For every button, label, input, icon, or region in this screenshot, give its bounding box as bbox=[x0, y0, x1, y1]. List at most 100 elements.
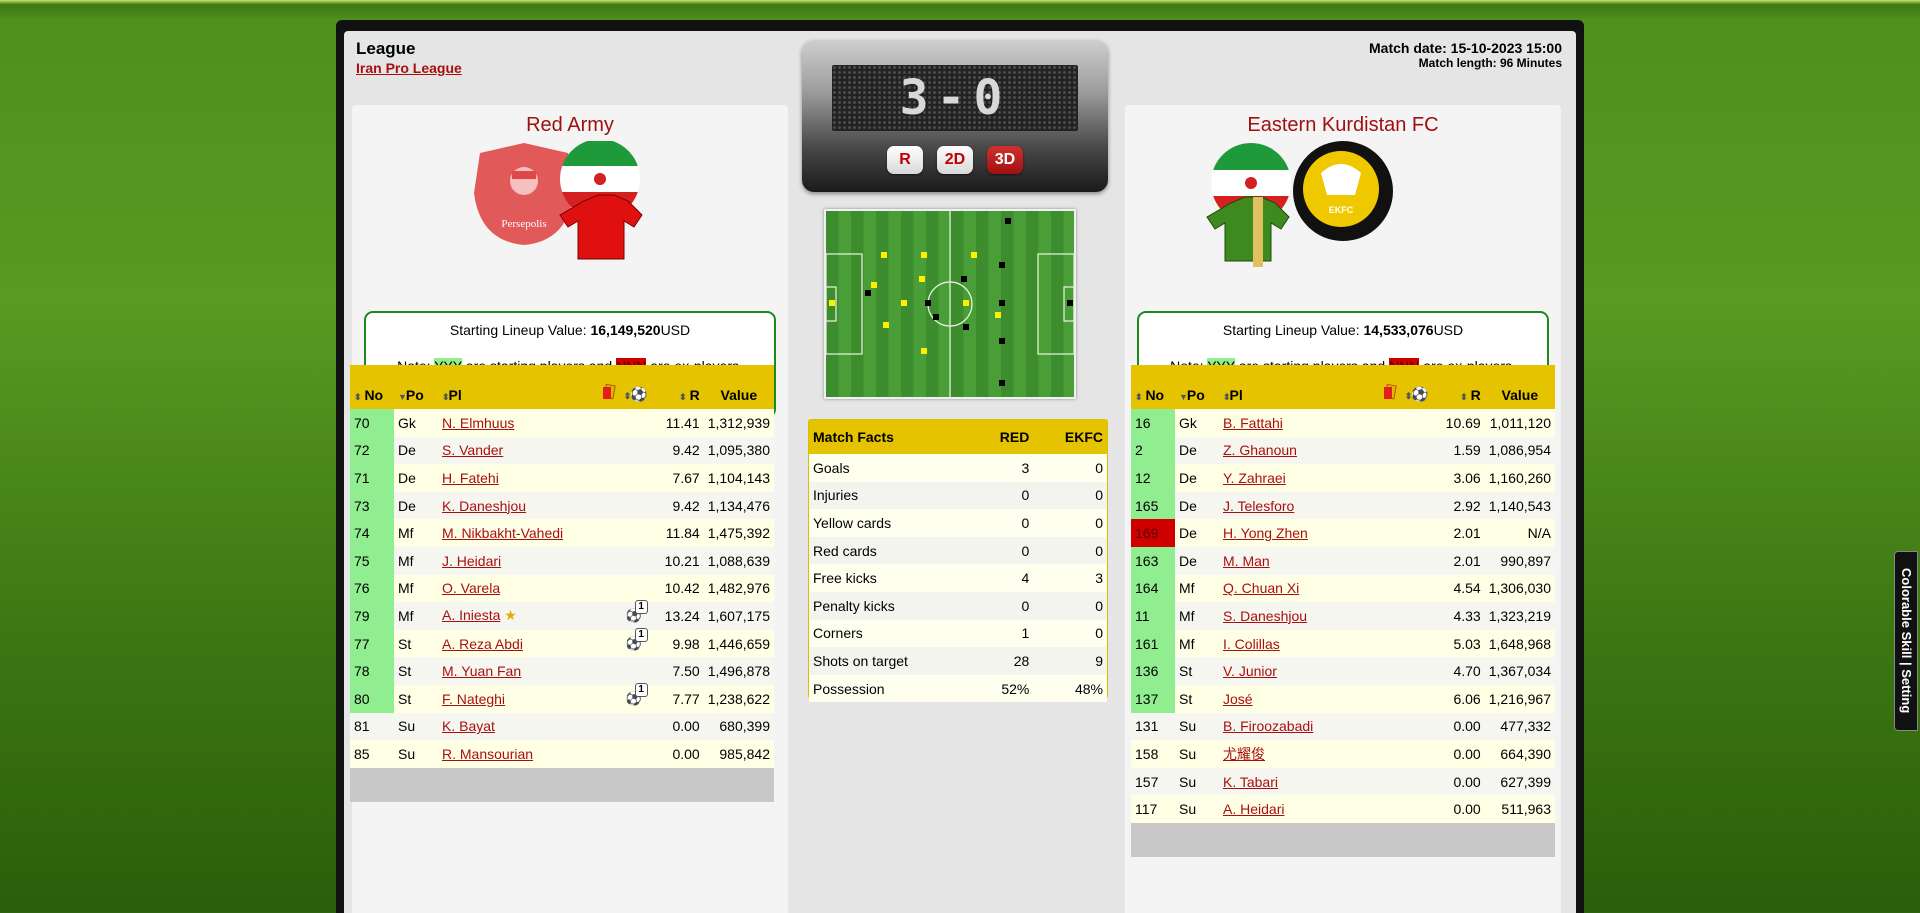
player-name-link[interactable]: H. Fatehi bbox=[442, 470, 499, 486]
player-name-link[interactable]: S. Vander bbox=[442, 442, 503, 458]
fact-away-value: 0 bbox=[1095, 625, 1103, 642]
away-player-marker bbox=[961, 276, 967, 282]
player-name-link[interactable]: A. Iniesta bbox=[442, 607, 500, 623]
col-no-header[interactable]: ⬍ No bbox=[350, 365, 394, 409]
away-player-marker bbox=[999, 300, 1005, 306]
goal-ball-icon[interactable]: ⬍⚽ bbox=[620, 365, 654, 409]
player-name-link[interactable]: H. Yong Zhen bbox=[1223, 525, 1308, 541]
fact-row: Free kicks 4 3 bbox=[809, 564, 1107, 592]
player-position: Mf bbox=[398, 525, 414, 542]
player-position: Su bbox=[1179, 801, 1197, 818]
player-name-link[interactable]: K. Bayat bbox=[442, 718, 495, 734]
player-number: 163 bbox=[1131, 546, 1175, 575]
player-name-link[interactable]: M. Yuan Fan bbox=[442, 663, 521, 679]
player-position: Su bbox=[398, 718, 416, 735]
col-r-header[interactable]: ⬍ R bbox=[654, 365, 704, 409]
away-player-marker bbox=[865, 290, 871, 296]
col-value-header[interactable]: Value bbox=[1485, 365, 1555, 409]
player-name-link[interactable]: J. Heidari bbox=[442, 553, 501, 569]
player-position: De bbox=[1179, 552, 1197, 569]
currency-label: USD bbox=[1433, 322, 1464, 338]
view-2d-button[interactable]: 2D bbox=[937, 146, 973, 174]
table-row: 2 De Z. Ghanoun 1.59 1,086,954 bbox=[1131, 436, 1555, 465]
home-player-marker bbox=[995, 312, 1001, 318]
colorable-skill-tab[interactable]: Colorable Skill bbox=[1899, 568, 1914, 658]
fact-label: Corners bbox=[813, 625, 863, 642]
player-name-link[interactable]: M. Man bbox=[1223, 553, 1270, 569]
player-name-link[interactable]: S. Daneshjou bbox=[1223, 608, 1307, 624]
player-rating: 4.70 bbox=[1453, 663, 1481, 680]
match-date: Match date: 15-10-2023 15:00 bbox=[1369, 40, 1562, 56]
fact-label: Free kicks bbox=[813, 570, 877, 587]
player-value: 985,842 bbox=[719, 745, 770, 762]
player-number: 158 bbox=[1135, 745, 1159, 762]
player-name-link[interactable]: 尤耀俊 bbox=[1223, 746, 1265, 762]
player-number: 161 bbox=[1131, 629, 1175, 658]
player-rating: 0.00 bbox=[1453, 745, 1481, 762]
player-name-link[interactable]: F. Nateghi bbox=[442, 691, 505, 707]
col-po-header[interactable]: ▼Po bbox=[394, 365, 438, 409]
player-name-link[interactable]: A. Heidari bbox=[1223, 801, 1284, 817]
player-name-link[interactable]: J. Telesforo bbox=[1223, 498, 1294, 514]
away-player-marker bbox=[999, 338, 1005, 344]
player-number: 169 bbox=[1131, 519, 1175, 547]
player-name-link[interactable]: K. Tabari bbox=[1223, 774, 1278, 790]
side-tab-separator: | bbox=[1899, 662, 1914, 666]
facts-title: Match Facts bbox=[809, 420, 974, 454]
player-name-link[interactable]: M. Nikbakht-Vahedi bbox=[442, 525, 563, 541]
player-name-link[interactable]: R. Mansourian bbox=[442, 746, 533, 762]
away-roster-table: ⬍ No ▼Po ⬍Pl ⬍⚽ ⬍ R Value 16 Gk B. Fattahi… bbox=[1131, 365, 1555, 857]
player-value: 990,897 bbox=[1500, 552, 1551, 569]
card-icon[interactable] bbox=[593, 365, 619, 409]
view-3d-button[interactable]: 3D bbox=[987, 146, 1023, 174]
player-name-link[interactable]: A. Reza Abdi bbox=[442, 636, 523, 652]
goal-ball-icon[interactable]: ⬍⚽ bbox=[1401, 365, 1435, 409]
player-value: 1,088,639 bbox=[707, 552, 770, 569]
table-row: 161 Mf I. Colillas 5.03 1,648,968 bbox=[1131, 629, 1555, 658]
league-link[interactable]: Iran Pro League bbox=[356, 60, 462, 76]
player-rating: 2.01 bbox=[1453, 552, 1481, 569]
player-position: Mf bbox=[398, 607, 414, 624]
match-info: Match date: 15-10-2023 15:00 Match lengt… bbox=[1369, 40, 1562, 70]
player-rating: 9.98 bbox=[672, 635, 700, 652]
player-position: Mf bbox=[1179, 635, 1195, 652]
col-pl-header[interactable]: ⬍Pl bbox=[1219, 365, 1367, 409]
col-value-header[interactable]: Value bbox=[704, 365, 774, 409]
player-number: 79 bbox=[350, 602, 394, 630]
home-player-marker bbox=[919, 276, 925, 282]
home-player-marker bbox=[871, 282, 877, 288]
view-r-button[interactable]: R bbox=[887, 146, 923, 174]
player-name-link[interactable]: Z. Ghanoun bbox=[1223, 442, 1297, 458]
player-position: De bbox=[1179, 497, 1197, 514]
player-name-link[interactable]: O. Varela bbox=[442, 580, 500, 596]
card-icon[interactable] bbox=[1367, 365, 1400, 409]
home-player-marker bbox=[901, 300, 907, 306]
player-position: Mf bbox=[398, 552, 414, 569]
setting-tab[interactable]: Setting bbox=[1899, 670, 1914, 714]
home-player-marker bbox=[921, 348, 927, 354]
player-name-link[interactable]: V. Junior bbox=[1223, 663, 1277, 679]
table-row: 81 Su K. Bayat 0.00 680,399 bbox=[350, 712, 774, 741]
col-pl-header[interactable]: ⬍Pl bbox=[438, 365, 593, 409]
table-row: 157 Su K. Tabari 0.00 627,399 bbox=[1131, 767, 1555, 796]
col-no-header[interactable]: ⬍ No bbox=[1131, 365, 1175, 409]
player-name-link[interactable]: I. Colillas bbox=[1223, 636, 1280, 652]
col-po-header[interactable]: ▼Po bbox=[1175, 365, 1219, 409]
table-row: 76 Mf O. Varela 10.42 1,482,976 bbox=[350, 574, 774, 603]
goal-ball-icon: ⚽ 1 bbox=[626, 600, 650, 624]
player-rating: 13.24 bbox=[664, 607, 700, 624]
player-name-link[interactable]: Y. Zahraei bbox=[1223, 470, 1286, 486]
player-name-link[interactable]: B. Firoozabadi bbox=[1223, 718, 1313, 734]
player-name-link[interactable]: N. Elmhuus bbox=[442, 415, 514, 431]
side-settings-tab[interactable]: Colorable Skill | Setting bbox=[1894, 551, 1918, 731]
fact-home-value: 0 bbox=[1021, 542, 1030, 559]
player-name-link[interactable]: Q. Chuan Xi bbox=[1223, 580, 1299, 596]
player-name-link[interactable]: B. Fattahi bbox=[1223, 415, 1283, 431]
player-name-link[interactable]: K. Daneshjou bbox=[442, 498, 526, 514]
player-value: 627,399 bbox=[1500, 773, 1551, 790]
player-value: 664,390 bbox=[1500, 745, 1551, 762]
player-value: 1,312,939 bbox=[707, 414, 770, 431]
away-roster-footer bbox=[1131, 822, 1555, 857]
col-r-header[interactable]: ⬍ R bbox=[1435, 365, 1485, 409]
player-name-link[interactable]: José bbox=[1223, 691, 1253, 707]
